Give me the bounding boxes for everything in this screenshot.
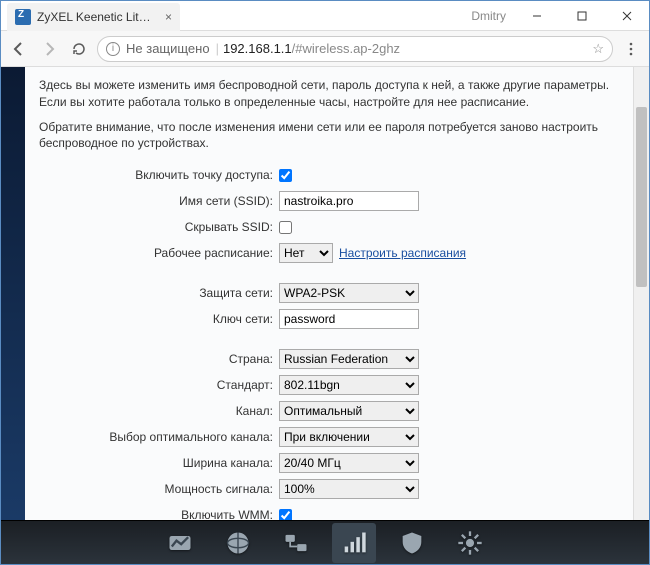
info-icon[interactable]: i — [106, 42, 120, 56]
close-window-button[interactable] — [604, 1, 649, 31]
key-input[interactable] — [279, 309, 419, 329]
standard-select[interactable]: 802.11bgn — [279, 375, 419, 395]
wifi-form: Включить точку доступа: Имя сети (SSID):… — [39, 164, 619, 520]
url-input[interactable]: i Не защищено | 192.168.1.1/#wireless.ap… — [97, 36, 613, 62]
scrollbar-thumb[interactable] — [636, 107, 647, 287]
power-label: Мощность сигнала: — [39, 482, 279, 496]
url-path: /#wireless.ap-2ghz — [292, 41, 400, 56]
forward-button[interactable] — [37, 37, 61, 61]
intro-text-2: Обратите внимание, что после изменения и… — [39, 119, 619, 153]
ssid-input[interactable] — [279, 191, 419, 211]
vertical-scrollbar[interactable] — [633, 67, 649, 520]
bottom-nav — [1, 520, 649, 564]
width-label: Ширина канала: — [39, 456, 279, 470]
titlebar: ZyXEL Keenetic Lite III To × Dmitry — [1, 1, 649, 31]
security-label: Защита сети: — [39, 286, 279, 300]
wmm-label: Включить WMM: — [39, 508, 279, 520]
nav-wifi-icon[interactable] — [332, 523, 376, 563]
favicon-icon — [15, 9, 31, 25]
menu-button[interactable] — [619, 37, 643, 61]
country-select[interactable]: Russian Federation — [279, 349, 419, 369]
page-content: Здесь вы можете изменить имя беспроводно… — [25, 67, 633, 520]
optchannel-select[interactable]: При включении — [279, 427, 419, 447]
optchannel-label: Выбор оптимального канала: — [39, 430, 279, 444]
hide-ssid-checkbox[interactable] — [279, 221, 292, 234]
address-bar: i Не защищено | 192.168.1.1/#wireless.ap… — [1, 31, 649, 67]
hide-ssid-label: Скрывать SSID: — [39, 220, 279, 234]
tab-title: ZyXEL Keenetic Lite III To — [37, 10, 157, 24]
bookmark-icon[interactable]: ☆ — [592, 41, 604, 57]
enable-ap-checkbox[interactable] — [279, 169, 292, 182]
enable-ap-label: Включить точку доступа: — [39, 168, 279, 182]
nav-status-icon[interactable] — [158, 523, 202, 563]
nav-settings-icon[interactable] — [448, 523, 492, 563]
key-label: Ключ сети: — [39, 312, 279, 326]
left-stripe — [1, 67, 25, 520]
profile-label[interactable]: Dmitry — [471, 9, 506, 23]
url-host: 192.168.1.1 — [223, 41, 292, 56]
nav-network-icon[interactable] — [274, 523, 318, 563]
schedule-link[interactable]: Настроить расписания — [339, 246, 466, 260]
ssid-label: Имя сети (SSID): — [39, 194, 279, 208]
standard-label: Стандарт: — [39, 378, 279, 392]
back-button[interactable] — [7, 37, 31, 61]
country-label: Страна: — [39, 352, 279, 366]
intro-text-1: Здесь вы можете изменить имя беспроводно… — [39, 77, 619, 111]
wmm-checkbox[interactable] — [279, 509, 292, 520]
security-select[interactable]: WPA2-PSK — [279, 283, 419, 303]
browser-tab[interactable]: ZyXEL Keenetic Lite III To × — [7, 3, 180, 31]
schedule-select[interactable]: Нет — [279, 243, 333, 263]
schedule-label: Рабочее расписание: — [39, 246, 279, 260]
security-label: Не защищено — [126, 41, 210, 56]
maximize-button[interactable] — [559, 1, 604, 31]
channel-select[interactable]: Оптимальный — [279, 401, 419, 421]
channel-label: Канал: — [39, 404, 279, 418]
minimize-button[interactable] — [514, 1, 559, 31]
nav-internet-icon[interactable] — [216, 523, 260, 563]
reload-button[interactable] — [67, 37, 91, 61]
close-tab-icon[interactable]: × — [165, 10, 172, 24]
nav-security-icon[interactable] — [390, 523, 434, 563]
power-select[interactable]: 100% — [279, 479, 419, 499]
width-select[interactable]: 20/40 МГц — [279, 453, 419, 473]
